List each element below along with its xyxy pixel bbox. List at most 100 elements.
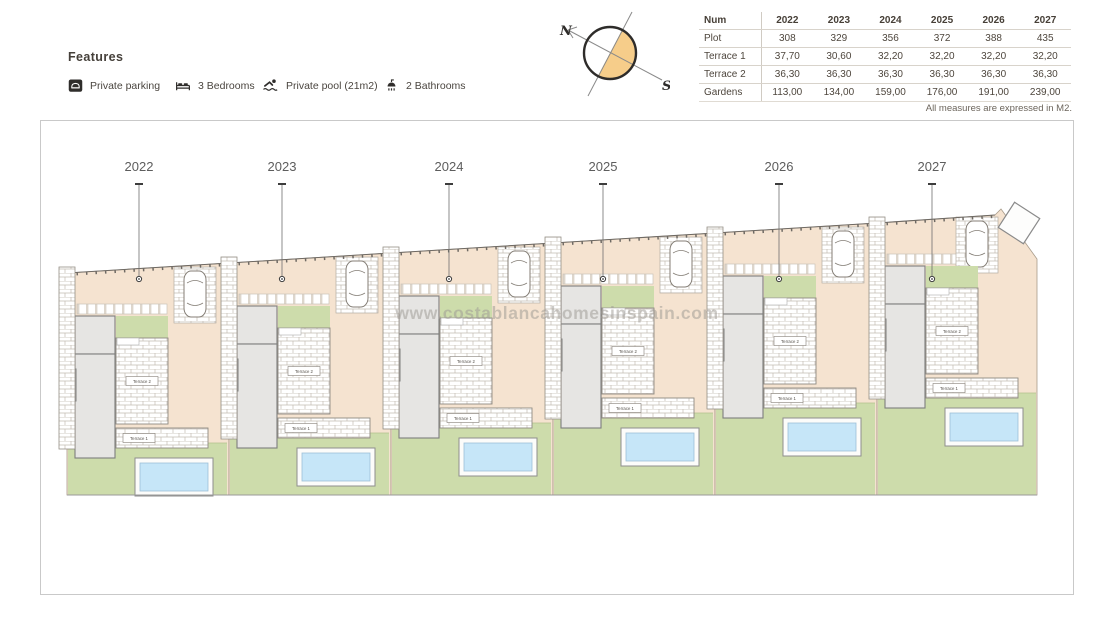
cell-value: 32,20 — [1032, 51, 1058, 62]
svg-text:Terrace 1: Terrace 1 — [292, 426, 311, 431]
boundary-wall — [868, 216, 886, 400]
svg-text:Terrace 2: Terrace 2 — [943, 329, 962, 334]
svg-text:Terrace 2: Terrace 2 — [457, 359, 476, 364]
terrace-1-label: Terrace 1 — [932, 383, 966, 393]
svg-text:Terrace 2: Terrace 2 — [295, 369, 314, 374]
cell-value: 356 — [882, 33, 899, 44]
pool — [301, 452, 371, 482]
boundary-wall — [544, 236, 562, 420]
svg-text:Terrace 1: Terrace 1 — [130, 436, 149, 441]
col-header-2022: 2022 — [776, 15, 799, 26]
col-header-2027: 2027 — [1034, 15, 1057, 26]
plot-2025: Terrace 2 Terrace 1 — [552, 232, 716, 496]
pool — [949, 412, 1019, 442]
cell-value: 32,20 — [929, 51, 955, 62]
plot-year-label: 2025 — [589, 159, 618, 174]
plot-2023: Terrace 2 Terrace 1 — [228, 252, 392, 496]
cell-value: 36,30 — [877, 69, 903, 80]
terrace-2-label: Terrace 2 — [611, 346, 645, 356]
cell-value: 435 — [1036, 33, 1054, 44]
building-upper — [398, 295, 440, 335]
terrace-2-label: Terrace 2 — [773, 336, 807, 346]
col-header-num: Num — [699, 12, 762, 29]
table-row-terrace-1: Terrace 1 37,70 30,60 32,20 32,20 32,20 32,20 — [699, 48, 1071, 66]
compass-north-label: N — [559, 24, 573, 39]
building-lower — [722, 313, 764, 419]
cell-value: 30,60 — [826, 51, 852, 62]
building-lower — [74, 353, 116, 459]
feature-pool: Private pool (21m2) — [262, 78, 378, 93]
cell-value: 32,20 — [877, 51, 903, 62]
feature-bedrooms: 3 Bedrooms — [175, 78, 255, 93]
cell-value: 191,00 — [978, 87, 1009, 98]
table-header-row: Num 2022 2023 2024 2025 2026 2027 — [699, 12, 1071, 30]
cell-value: 113,00 — [772, 87, 803, 98]
row-label: Plot — [699, 30, 762, 47]
cell-value: 36,30 — [981, 69, 1007, 80]
walkway — [76, 303, 168, 315]
walkway — [238, 293, 330, 305]
table-row-terrace-2: Terrace 2 36,30 36,30 36,30 36,30 36,30 36,30 — [699, 66, 1071, 84]
row-label: Terrace 1 — [699, 48, 762, 65]
terrace-1-label: Terrace 1 — [608, 403, 642, 413]
measure-note: All measures are expressed in M2. — [925, 103, 1072, 114]
building-upper — [884, 265, 926, 305]
plot-year-label: 2027 — [918, 159, 947, 174]
col-header-2025: 2025 — [930, 15, 954, 26]
plot-year-label: 2022 — [125, 159, 154, 174]
pool — [139, 462, 209, 492]
feature-label: Private parking — [90, 79, 161, 92]
svg-text:Terrace 1: Terrace 1 — [616, 406, 635, 411]
cell-value: 388 — [985, 33, 1002, 44]
boundary-wall — [706, 226, 724, 410]
feature-private-parking: Private parking — [68, 78, 160, 93]
terrace-2-label: Terrace 2 — [287, 366, 321, 376]
boundary-wall — [382, 246, 400, 430]
terrace-1-label: Terrace 1 — [770, 393, 804, 403]
plot-year-label: 2024 — [435, 159, 464, 174]
plots-layer: Terrace 2Terrace 1Terrace 2Terrace 1Terr… — [58, 201, 1041, 497]
cell-value: 36,30 — [826, 69, 852, 80]
terrace-2-label: Terrace 2 — [935, 326, 969, 336]
plot-year-label: 2026 — [765, 159, 794, 174]
building-lower — [398, 333, 440, 439]
svg-text:Terrace 2: Terrace 2 — [619, 349, 638, 354]
plot-2026: Terrace 2 Terrace 1 — [714, 222, 878, 496]
walkway — [400, 283, 492, 295]
building-lower — [236, 343, 278, 449]
building-upper — [722, 275, 764, 315]
plot-2022: Terrace 2 Terrace 1 — [66, 262, 230, 497]
walkway — [724, 263, 816, 275]
col-header-2026: 2026 — [982, 15, 1005, 26]
cell-value: 36,30 — [1032, 69, 1058, 80]
cell-value: 329 — [830, 33, 848, 44]
cell-value: 36,30 — [929, 69, 955, 80]
table-row-plot: Plot 308 329 356 372 388 435 — [699, 30, 1071, 48]
plot-year-label: 2023 — [268, 159, 297, 174]
building-upper — [74, 315, 116, 355]
svg-text:Terrace 1: Terrace 1 — [778, 396, 797, 401]
col-header-2024: 2024 — [879, 15, 902, 26]
plot-year-leader-2022: 2022 — [125, 159, 154, 283]
parking-icon — [68, 79, 83, 92]
feature-bathrooms: 2 Bathrooms — [384, 78, 466, 93]
table-row-gardens: Gardens 113,00 134,00 159,00 176,00 191,00 239… — [699, 84, 1071, 102]
site-plan-drawing: Terrace 2Terrace 1Terrace 2Terrace 1Terr… — [58, 159, 1041, 497]
cell-value: 308 — [778, 33, 796, 44]
feature-label: 3 Bedrooms — [198, 79, 255, 92]
terrace-2-label: Terrace 2 — [125, 376, 159, 386]
plot-2027: Terrace 2 Terrace 1 — [876, 208, 1038, 496]
building-upper — [236, 305, 278, 345]
feature-label: Private pool (21m2) — [286, 79, 378, 92]
plot-2024: Terrace 2 Terrace 1 — [390, 242, 554, 496]
pool — [787, 422, 857, 452]
cell-value: 32,20 — [981, 51, 1007, 62]
svg-text:Terrace 1: Terrace 1 — [454, 416, 473, 421]
boundary-wall — [220, 256, 238, 440]
svg-text:Terrace 2: Terrace 2 — [133, 379, 152, 384]
features-title: Features — [68, 50, 124, 64]
terrace-1-label: Terrace 1 — [284, 423, 318, 433]
compass-south-label: S — [662, 79, 670, 94]
bath-icon — [387, 79, 396, 91]
building-lower — [560, 323, 602, 429]
